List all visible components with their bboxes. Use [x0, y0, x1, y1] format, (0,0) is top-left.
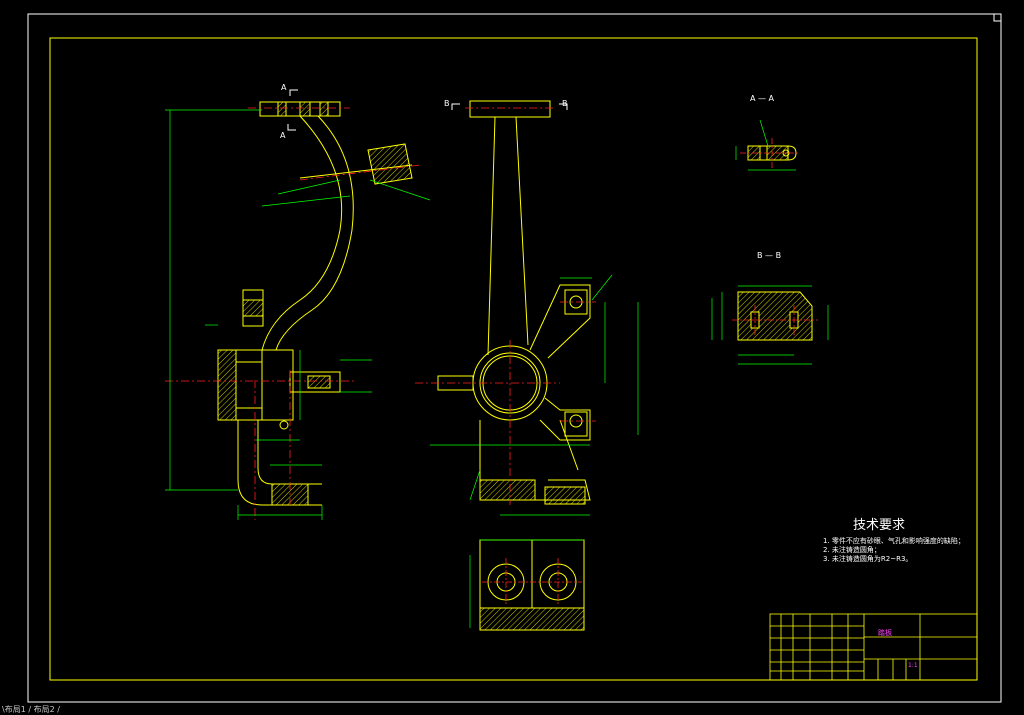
tech-requirements-title: 技术要求: [853, 518, 906, 533]
cut-marker-b-right: B: [562, 99, 568, 108]
cad-drawing-canvas[interactable]: [0, 0, 1024, 713]
title-block-part-name: 踏板: [878, 629, 892, 637]
section-cut-markers-a: [287, 89, 298, 131]
main-view-pedal: [217, 101, 413, 506]
cut-marker-b-left: B: [444, 99, 450, 108]
section-a-a-dims: [735, 119, 796, 171]
title-block: [769, 613, 978, 681]
viewport-corner-marker: [993, 13, 1002, 22]
section-b-b-view: [737, 291, 813, 341]
section-a-a-centerlines: [740, 138, 800, 168]
tech-requirement-3: 3. 未注铸造圆角为R2~R3。: [823, 555, 913, 563]
side-view-pedal: [437, 100, 591, 505]
inner-border-frame: [49, 37, 978, 681]
cut-marker-a-top: A: [281, 83, 287, 92]
section-a-label: A — A: [750, 94, 775, 103]
cut-marker-a-bottom: A: [280, 131, 286, 140]
bottom-view: [479, 539, 585, 631]
layout-tabs-status[interactable]: \布局1 / 布局2 /: [2, 704, 60, 715]
section-b-label: B — B: [757, 251, 782, 260]
title-block-scale: 1:1: [908, 662, 918, 669]
main-view-centerlines: [165, 107, 421, 520]
